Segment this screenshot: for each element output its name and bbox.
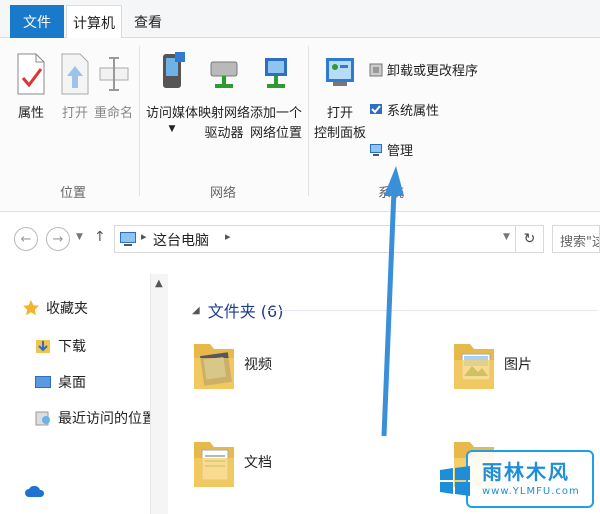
open-button[interactable]: 打开: [58, 50, 92, 124]
map-drive-label-1: 映射网络: [198, 106, 251, 121]
manage-computer-icon: [370, 143, 382, 156]
uninstall-label: 卸载或更改程序: [387, 64, 479, 79]
desktop-icon: [35, 376, 51, 388]
section-divider: [268, 310, 598, 311]
onedrive-icon[interactable]: [24, 484, 46, 498]
control-panel-label-2: 控制面板: [314, 126, 367, 141]
folder-videos[interactable]: 视频: [192, 336, 272, 392]
system-properties-button[interactable]: 系统属性: [368, 100, 439, 119]
control-panel-label-1: 打开: [327, 106, 354, 121]
nav-item-label: 最近访问的位置: [58, 411, 156, 427]
manage-button[interactable]: 管理: [368, 140, 413, 159]
folder-documents[interactable]: 文档: [192, 434, 272, 490]
open-icon: [61, 53, 89, 95]
videos-folder-icon: [194, 344, 234, 389]
access-media-button[interactable]: 访问媒体 ▼: [146, 50, 198, 134]
manage-label: 管理: [387, 144, 414, 159]
star-icon: [23, 300, 39, 316]
scroll-up-icon[interactable]: ▲: [155, 278, 163, 289]
programs-icon: [369, 63, 383, 76]
properties-button[interactable]: 属性: [14, 50, 48, 124]
nav-item-downloads[interactable]: 下载: [34, 336, 86, 356]
system-group-label: 系统: [378, 186, 405, 201]
access-media-label: 访问媒体: [146, 106, 199, 121]
folder-pictures[interactable]: 图片: [452, 336, 532, 392]
refresh-button[interactable]: ↻: [515, 225, 543, 253]
open-label: 打开: [61, 106, 88, 121]
nav-scrollbar[interactable]: ▲: [150, 274, 168, 514]
group-divider: [308, 46, 309, 196]
network-location-icon: [265, 58, 287, 88]
watermark-logo: 雨林木风 www.YLMFU.com: [440, 450, 594, 508]
nav-item-desktop[interactable]: 桌面: [34, 372, 86, 392]
collapse-chevron-icon[interactable]: ◢: [192, 305, 200, 316]
forward-arrow-icon: →: [52, 231, 64, 247]
watermark-title: 雨林木风: [482, 460, 570, 484]
add-location-label-1: 添加一个: [250, 106, 303, 121]
tab-view[interactable]: 查看: [126, 5, 170, 39]
tab-computer[interactable]: 计算机: [66, 5, 122, 39]
open-control-panel-button[interactable]: 打开 控制面板: [314, 50, 366, 144]
address-dropdown-icon[interactable]: ▼: [503, 232, 510, 242]
nav-item-label: 下载: [58, 339, 86, 355]
add-network-location-button[interactable]: 添加一个 网络位置: [250, 50, 302, 144]
this-pc-icon: [120, 232, 136, 246]
search-input[interactable]: 搜索"这台电脑": [552, 225, 600, 253]
windows-logo-icon: [440, 466, 470, 496]
rename-icon: [99, 57, 128, 91]
nav-item-recent[interactable]: 最近访问的位置: [34, 408, 156, 428]
rename-label: 重命名: [94, 106, 134, 121]
navigation-pane: 收藏夹 下载 桌面 最近访问的位置: [0, 274, 168, 514]
forward-button[interactable]: →: [46, 227, 70, 251]
downloads-icon: [36, 340, 50, 353]
map-drive-button[interactable]: 映射网络 驱动器: [198, 50, 250, 144]
properties-icon: [17, 53, 45, 95]
ribbon-tab-bar: 文件 计算机 查看: [0, 0, 600, 39]
watermark-url: www.YLMFU.com: [482, 486, 580, 497]
nav-item-favorites[interactable]: 收藏夹: [22, 298, 88, 318]
map-drive-label-2: 驱动器: [204, 126, 244, 141]
breadcrumb-this-pc[interactable]: 这台电脑: [153, 230, 209, 250]
network-drive-icon: [210, 61, 238, 88]
pictures-folder-icon: [454, 344, 494, 389]
ribbon: 属性 打开 重命名 位置 访问媒体 ▼ 映射网络 驱动器 添加一个 网络位置 网…: [0, 38, 600, 212]
nav-item-label: 收藏夹: [46, 301, 88, 317]
folder-label: 视频: [244, 357, 272, 373]
media-device-icon: [163, 52, 185, 88]
system-properties-label: 系统属性: [387, 104, 440, 119]
address-bar[interactable]: ▸ 这台电脑 ▸ ▼: [114, 225, 544, 253]
rename-button[interactable]: 重命名: [94, 50, 133, 124]
address-toolbar: ← → ▼ ↑ ▸ 这台电脑 ▸ ▼ ↻ 搜索"这台电脑": [0, 213, 600, 265]
breadcrumb-separator-icon[interactable]: ▸: [225, 230, 231, 243]
control-panel-icon: [326, 58, 354, 86]
documents-folder-icon: [194, 442, 234, 487]
folder-label: 文档: [244, 455, 272, 471]
folder-label: 图片: [504, 357, 532, 373]
location-group-label: 位置: [60, 186, 87, 201]
up-arrow-icon[interactable]: ↑: [94, 229, 106, 245]
back-button[interactable]: ←: [14, 227, 38, 251]
breadcrumb-separator-icon[interactable]: ▸: [141, 230, 147, 243]
properties-label: 属性: [17, 106, 44, 121]
recent-dropdown-icon[interactable]: ▼: [76, 232, 83, 242]
uninstall-programs-button[interactable]: 卸载或更改程序: [368, 60, 478, 79]
dropdown-arrow-icon: ▼: [168, 124, 176, 134]
back-arrow-icon: ←: [20, 231, 32, 247]
group-divider: [139, 46, 140, 196]
add-location-label-2: 网络位置: [250, 126, 303, 141]
refresh-icon: ↻: [523, 231, 536, 247]
recent-places-icon: [35, 411, 50, 426]
network-group-label: 网络: [210, 186, 237, 201]
system-properties-icon: [370, 103, 382, 114]
nav-item-label: 桌面: [58, 375, 86, 391]
tab-file[interactable]: 文件: [10, 5, 64, 38]
